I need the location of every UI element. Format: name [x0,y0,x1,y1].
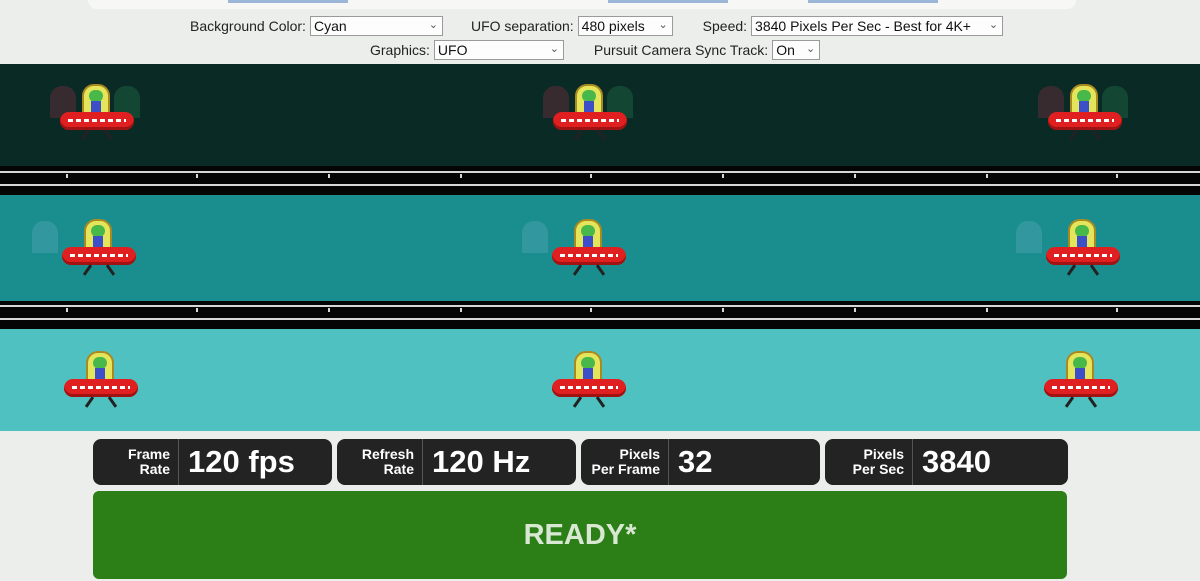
pursuit-sync-track [0,166,1200,195]
sync-tick [1116,308,1118,312]
speed-label: Speed: [702,18,748,34]
sync-tick [722,308,724,312]
sync-tick [590,174,592,178]
graphics-value: UFO [437,42,468,58]
pixels-per-sec-value: 3840 [922,444,991,479]
sync-track-line [0,305,1200,307]
chevron-down-icon: ⌄ [658,19,668,31]
sync-tick [590,308,592,312]
pursuit-sync-track [0,301,1200,329]
ufo-separation-select[interactable]: 480 pixels ⌄ [577,16,673,36]
ufo-icon [64,351,142,413]
sync-tick [1116,174,1118,178]
graphics-label: Graphics: [370,42,430,58]
pursuit-camera-value: On [776,42,795,58]
sync-tick [854,174,856,178]
refresh-rate-label: Refresh Rate [337,439,423,485]
sync-tick [460,174,462,178]
sync-tick [328,174,330,178]
sync-tick [328,308,330,312]
link-fragment[interactable] [608,0,728,3]
frame-rate-label: Frame Rate [93,439,179,485]
link-fragment[interactable] [228,0,348,3]
pixels-per-frame-panel: Pixels Per Frame 32 [581,439,820,485]
sync-tick [854,308,856,312]
frame-rate-value: 120 fps [188,444,295,479]
pixels-per-sec-label: Pixels Per Sec [825,439,913,485]
pursuit-camera-label: Pursuit Camera Sync Track: [593,42,769,58]
speed-value: 3840 Pixels Per Sec - Best for 4K+ [755,18,971,34]
ufo-ghost-trail [1016,221,1042,253]
controls-row-1: Background Color: Cyan ⌄ UFO separation:… [190,15,1025,37]
ready-status-label: READY* [523,518,637,551]
refresh-rate-value: 120 Hz [432,444,531,479]
sync-tick [460,308,462,312]
sync-tick [722,174,724,178]
sync-tick [66,308,68,312]
sync-tick [986,174,988,178]
pursuit-camera-select[interactable]: On ⌄ [772,40,821,60]
ufo-icon [543,84,633,146]
ufo-separation-label: UFO separation: [470,18,574,34]
sync-tick [66,174,68,178]
sync-tick [196,174,198,178]
ufo-lane-light [0,329,1200,431]
sync-track-line [0,184,1200,186]
ufo-lane-dark [0,64,1200,168]
chevron-down-icon: ⌄ [805,43,816,55]
chevron-down-icon: ⌄ [428,19,438,31]
sync-tick [986,308,988,312]
pixels-per-frame-label: Pixels Per Frame [581,439,669,485]
sync-track-line [0,171,1200,173]
background-color-label: Background Color: [190,18,306,34]
pixels-per-sec-panel: Pixels Per Sec 3840 [825,439,1068,485]
sync-track-line [0,318,1200,320]
ufo-ghost-trail [32,221,58,253]
chevron-down-icon: ⌄ [549,43,559,55]
link-fragment[interactable] [808,0,938,3]
ufo-icon [1044,351,1122,413]
ufo-icon [1038,84,1128,146]
ufo-ghost-trail [522,221,548,253]
pixels-per-frame-value: 32 [678,444,713,479]
frame-rate-panel: Frame Rate 120 fps [93,439,332,485]
background-color-select[interactable]: Cyan ⌄ [309,16,443,36]
controls-row-2: Graphics: UFO ⌄ Pursuit Camera Sync Trac… [370,39,842,61]
background-color-value: Cyan [313,18,347,34]
ufo-icon [552,351,630,413]
chevron-down-icon: ⌄ [988,19,999,31]
top-panel-edge [88,0,1076,9]
refresh-rate-panel: Refresh Rate 120 Hz [337,439,576,485]
ufo-separation-value: 480 pixels [581,18,645,34]
ufo-icon [32,219,140,281]
graphics-select[interactable]: UFO ⌄ [433,40,564,60]
ready-status-button[interactable]: READY* [93,491,1067,579]
ufo-icon [522,219,630,281]
ufo-icon [1016,219,1124,281]
speed-select[interactable]: 3840 Pixels Per Sec - Best for 4K+ ⌄ [751,16,1004,36]
sync-tick [196,308,198,312]
ufo-icon [50,84,140,146]
ufo-lane-medium [0,195,1200,301]
